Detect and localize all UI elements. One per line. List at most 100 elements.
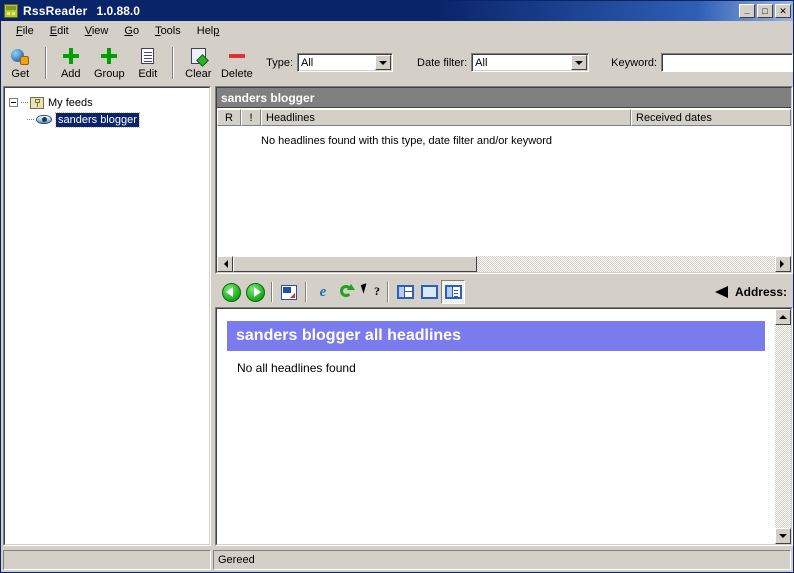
group-button[interactable]: Group bbox=[90, 42, 129, 84]
window-title: RssReader bbox=[23, 4, 88, 18]
feed-icon bbox=[36, 114, 52, 125]
maximize-icon: □ bbox=[762, 5, 768, 16]
document-icon bbox=[138, 46, 158, 66]
back-arrow-icon bbox=[221, 282, 241, 302]
open-external-button[interactable] bbox=[277, 280, 301, 304]
layout-split-button[interactable] bbox=[393, 280, 417, 304]
menu-bar: File Edit View Go Tools Help bbox=[1, 21, 793, 40]
toolbar-separator bbox=[172, 46, 175, 79]
menu-item-file[interactable]: File bbox=[8, 23, 42, 39]
date-filter-select[interactable]: All bbox=[471, 53, 590, 72]
headlines-grid: R ! Headlines Received dates No headline… bbox=[217, 109, 791, 272]
vscroll-track[interactable] bbox=[775, 325, 791, 528]
get-button-label: Get bbox=[11, 67, 30, 80]
feeds-tree: My feeds sanders blogger bbox=[5, 88, 209, 134]
type-filter-select[interactable]: All bbox=[297, 53, 394, 72]
headlines-horizontal-scrollbar[interactable] bbox=[217, 256, 791, 272]
headlines-panel-title: sanders blogger bbox=[217, 88, 791, 108]
edit-button[interactable]: Edit bbox=[129, 42, 168, 84]
collapse-expander-icon[interactable] bbox=[9, 98, 18, 107]
headlines-rows-area: No headlines found with this type, date … bbox=[217, 126, 791, 256]
tree-item-label: My feeds bbox=[48, 96, 93, 109]
address-group: Address: bbox=[714, 285, 793, 299]
chevron-down-icon[interactable] bbox=[375, 55, 392, 70]
column-header-headlines[interactable]: Headlines bbox=[261, 109, 631, 126]
layout-full-button[interactable] bbox=[417, 280, 441, 304]
hscroll-track[interactable] bbox=[233, 256, 775, 272]
folder-icon bbox=[30, 96, 44, 109]
menu-item-view[interactable]: View bbox=[77, 23, 117, 39]
hscroll-thumb[interactable] bbox=[233, 256, 477, 272]
minimize-button[interactable]: _ bbox=[739, 4, 755, 18]
menu-item-help[interactable]: Help bbox=[189, 23, 228, 39]
content-panel: sanders blogger all headlines No all hea… bbox=[215, 307, 793, 546]
rssreader-window: RssReader 1.0.88.0 _ □ ✕ File Edit View … bbox=[0, 0, 794, 573]
layout-detail-button[interactable] bbox=[441, 280, 465, 304]
close-button[interactable]: ✕ bbox=[775, 4, 791, 18]
keyword-input[interactable] bbox=[661, 53, 793, 72]
app-icon bbox=[4, 4, 18, 18]
tree-item-sanders-blogger[interactable]: sanders blogger bbox=[9, 111, 205, 128]
open-external-icon bbox=[281, 284, 297, 300]
menu-item-tools[interactable]: Tools bbox=[147, 23, 189, 39]
content-view: sanders blogger all headlines No all hea… bbox=[217, 309, 775, 544]
status-bar: Gereed bbox=[3, 550, 791, 570]
title-bar: RssReader 1.0.88.0 _ □ ✕ bbox=[1, 1, 793, 21]
delete-button-label: Delete bbox=[220, 67, 253, 80]
get-button[interactable]: Get bbox=[1, 42, 40, 84]
minus-icon bbox=[227, 46, 247, 66]
scroll-right-button[interactable] bbox=[775, 256, 791, 272]
left-triangle-icon[interactable] bbox=[714, 286, 728, 298]
address-label: Address: bbox=[734, 285, 787, 299]
whats-this-button[interactable]: ? bbox=[359, 280, 383, 304]
back-button[interactable] bbox=[219, 280, 243, 304]
status-left-pane bbox=[3, 550, 211, 570]
column-header-flag[interactable]: ! bbox=[241, 109, 261, 126]
browser-toolbar: e ? Address: bbox=[215, 278, 793, 306]
close-icon: ✕ bbox=[779, 5, 787, 16]
group-button-label: Group bbox=[94, 67, 125, 80]
scroll-up-button[interactable] bbox=[775, 309, 791, 325]
refresh-button[interactable] bbox=[335, 280, 359, 304]
clear-button-label: Clear bbox=[185, 67, 212, 80]
refresh-icon bbox=[339, 284, 355, 300]
content-vertical-scrollbar[interactable] bbox=[775, 309, 791, 544]
status-right-pane: Gereed bbox=[213, 550, 791, 570]
help-cursor-icon: ? bbox=[360, 282, 380, 301]
browser-toolbar-separator bbox=[271, 282, 273, 302]
add-button[interactable]: Add bbox=[52, 42, 91, 84]
delete-button[interactable]: Delete bbox=[218, 42, 257, 84]
content-heading: sanders blogger all headlines bbox=[227, 321, 765, 351]
menu-item-edit[interactable]: Edit bbox=[42, 23, 77, 39]
browser-button[interactable]: e bbox=[311, 280, 335, 304]
layout-full-icon bbox=[420, 285, 438, 299]
maximize-button[interactable]: □ bbox=[757, 4, 773, 18]
browser-toolbar-separator bbox=[387, 282, 389, 302]
content-body-text: No all headlines found bbox=[237, 361, 356, 375]
layout-detail-icon bbox=[444, 285, 462, 299]
scroll-left-button[interactable] bbox=[217, 256, 233, 272]
type-filter-label: Type: bbox=[266, 56, 294, 69]
tree-item-my-feeds[interactable]: My feeds bbox=[9, 94, 205, 111]
headlines-panel: sanders blogger R ! Headlines Received d… bbox=[215, 86, 793, 274]
plus-icon bbox=[61, 46, 81, 66]
scroll-down-button[interactable] bbox=[775, 528, 791, 544]
date-filter-label: Date filter: bbox=[417, 56, 468, 69]
menu-item-go[interactable]: Go bbox=[116, 23, 147, 39]
layout-split-icon bbox=[396, 285, 414, 299]
browser-toolbar-separator bbox=[305, 282, 307, 302]
column-header-read[interactable]: R bbox=[217, 109, 241, 126]
tree-connector bbox=[27, 118, 34, 121]
clear-icon bbox=[188, 46, 208, 66]
tree-connector bbox=[21, 101, 28, 104]
feeds-tree-panel: My feeds sanders blogger bbox=[3, 86, 211, 546]
get-feed-icon bbox=[10, 46, 30, 66]
window-version: 1.0.88.0 bbox=[96, 4, 140, 18]
minimize-icon: _ bbox=[744, 5, 750, 15]
clear-button[interactable]: Clear bbox=[179, 42, 218, 84]
date-filter-value: All bbox=[475, 56, 488, 69]
chevron-down-icon[interactable] bbox=[571, 55, 588, 70]
column-header-received-dates[interactable]: Received dates bbox=[631, 109, 791, 126]
forward-button[interactable] bbox=[243, 280, 267, 304]
plus-icon bbox=[99, 46, 119, 66]
